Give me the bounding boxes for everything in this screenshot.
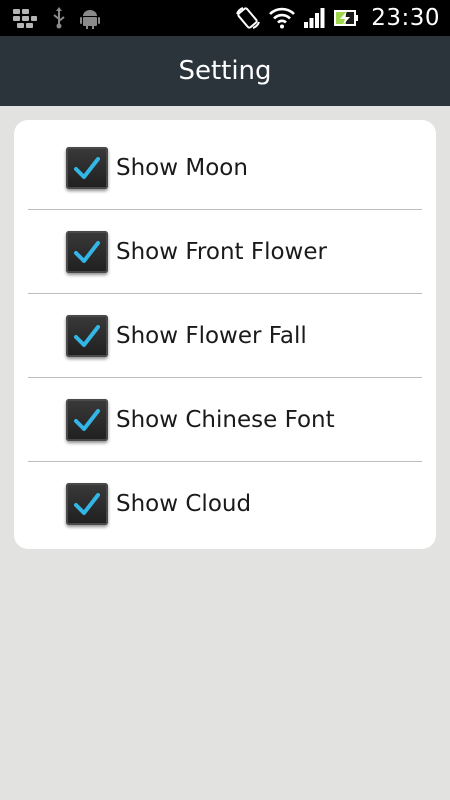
checkmark-icon <box>74 408 100 431</box>
setting-label: Show Front Flower <box>116 238 327 265</box>
checkbox-show-moon[interactable] <box>66 146 108 189</box>
setting-row-show-cloud[interactable]: Show Cloud <box>28 462 422 545</box>
setting-label: Show Flower Fall <box>116 322 307 349</box>
system-icons: 23:30 <box>235 0 440 36</box>
checkmark-icon <box>74 156 100 179</box>
rotation-icon <box>235 6 261 30</box>
checkbox-show-cloud[interactable] <box>66 482 108 525</box>
status-bar: 23:30 <box>0 0 450 36</box>
usb-icon <box>52 7 66 29</box>
checkmark-icon <box>74 324 100 347</box>
checkmark-icon <box>74 240 100 263</box>
setting-row-show-flower-fall[interactable]: Show Flower Fall <box>28 294 422 378</box>
settings-card: Show Moon Show Front Flower Show Flower … <box>14 120 436 549</box>
setting-label: Show Cloud <box>116 490 252 517</box>
page-title: Setting <box>178 56 272 86</box>
checkbox-show-chinese-font[interactable] <box>66 398 108 441</box>
checkbox-show-flower-fall[interactable] <box>66 314 108 357</box>
checkbox-show-front-flower[interactable] <box>66 230 108 273</box>
notification-icons <box>12 7 100 29</box>
signal-icon <box>303 7 325 29</box>
setting-row-show-moon[interactable]: Show Moon <box>28 126 422 210</box>
bbm-icon <box>12 7 38 29</box>
setting-row-show-chinese-font[interactable]: Show Chinese Font <box>28 378 422 462</box>
battery-charging-icon <box>333 7 359 29</box>
setting-row-show-front-flower[interactable]: Show Front Flower <box>28 210 422 294</box>
setting-label: Show Moon <box>116 154 248 181</box>
wifi-icon <box>269 7 296 29</box>
android-debug-icon <box>80 7 100 29</box>
setting-label: Show Chinese Font <box>116 406 335 433</box>
title-bar: Setting <box>0 36 450 106</box>
clock: 23:30 <box>371 5 440 31</box>
checkmark-icon <box>74 492 100 515</box>
